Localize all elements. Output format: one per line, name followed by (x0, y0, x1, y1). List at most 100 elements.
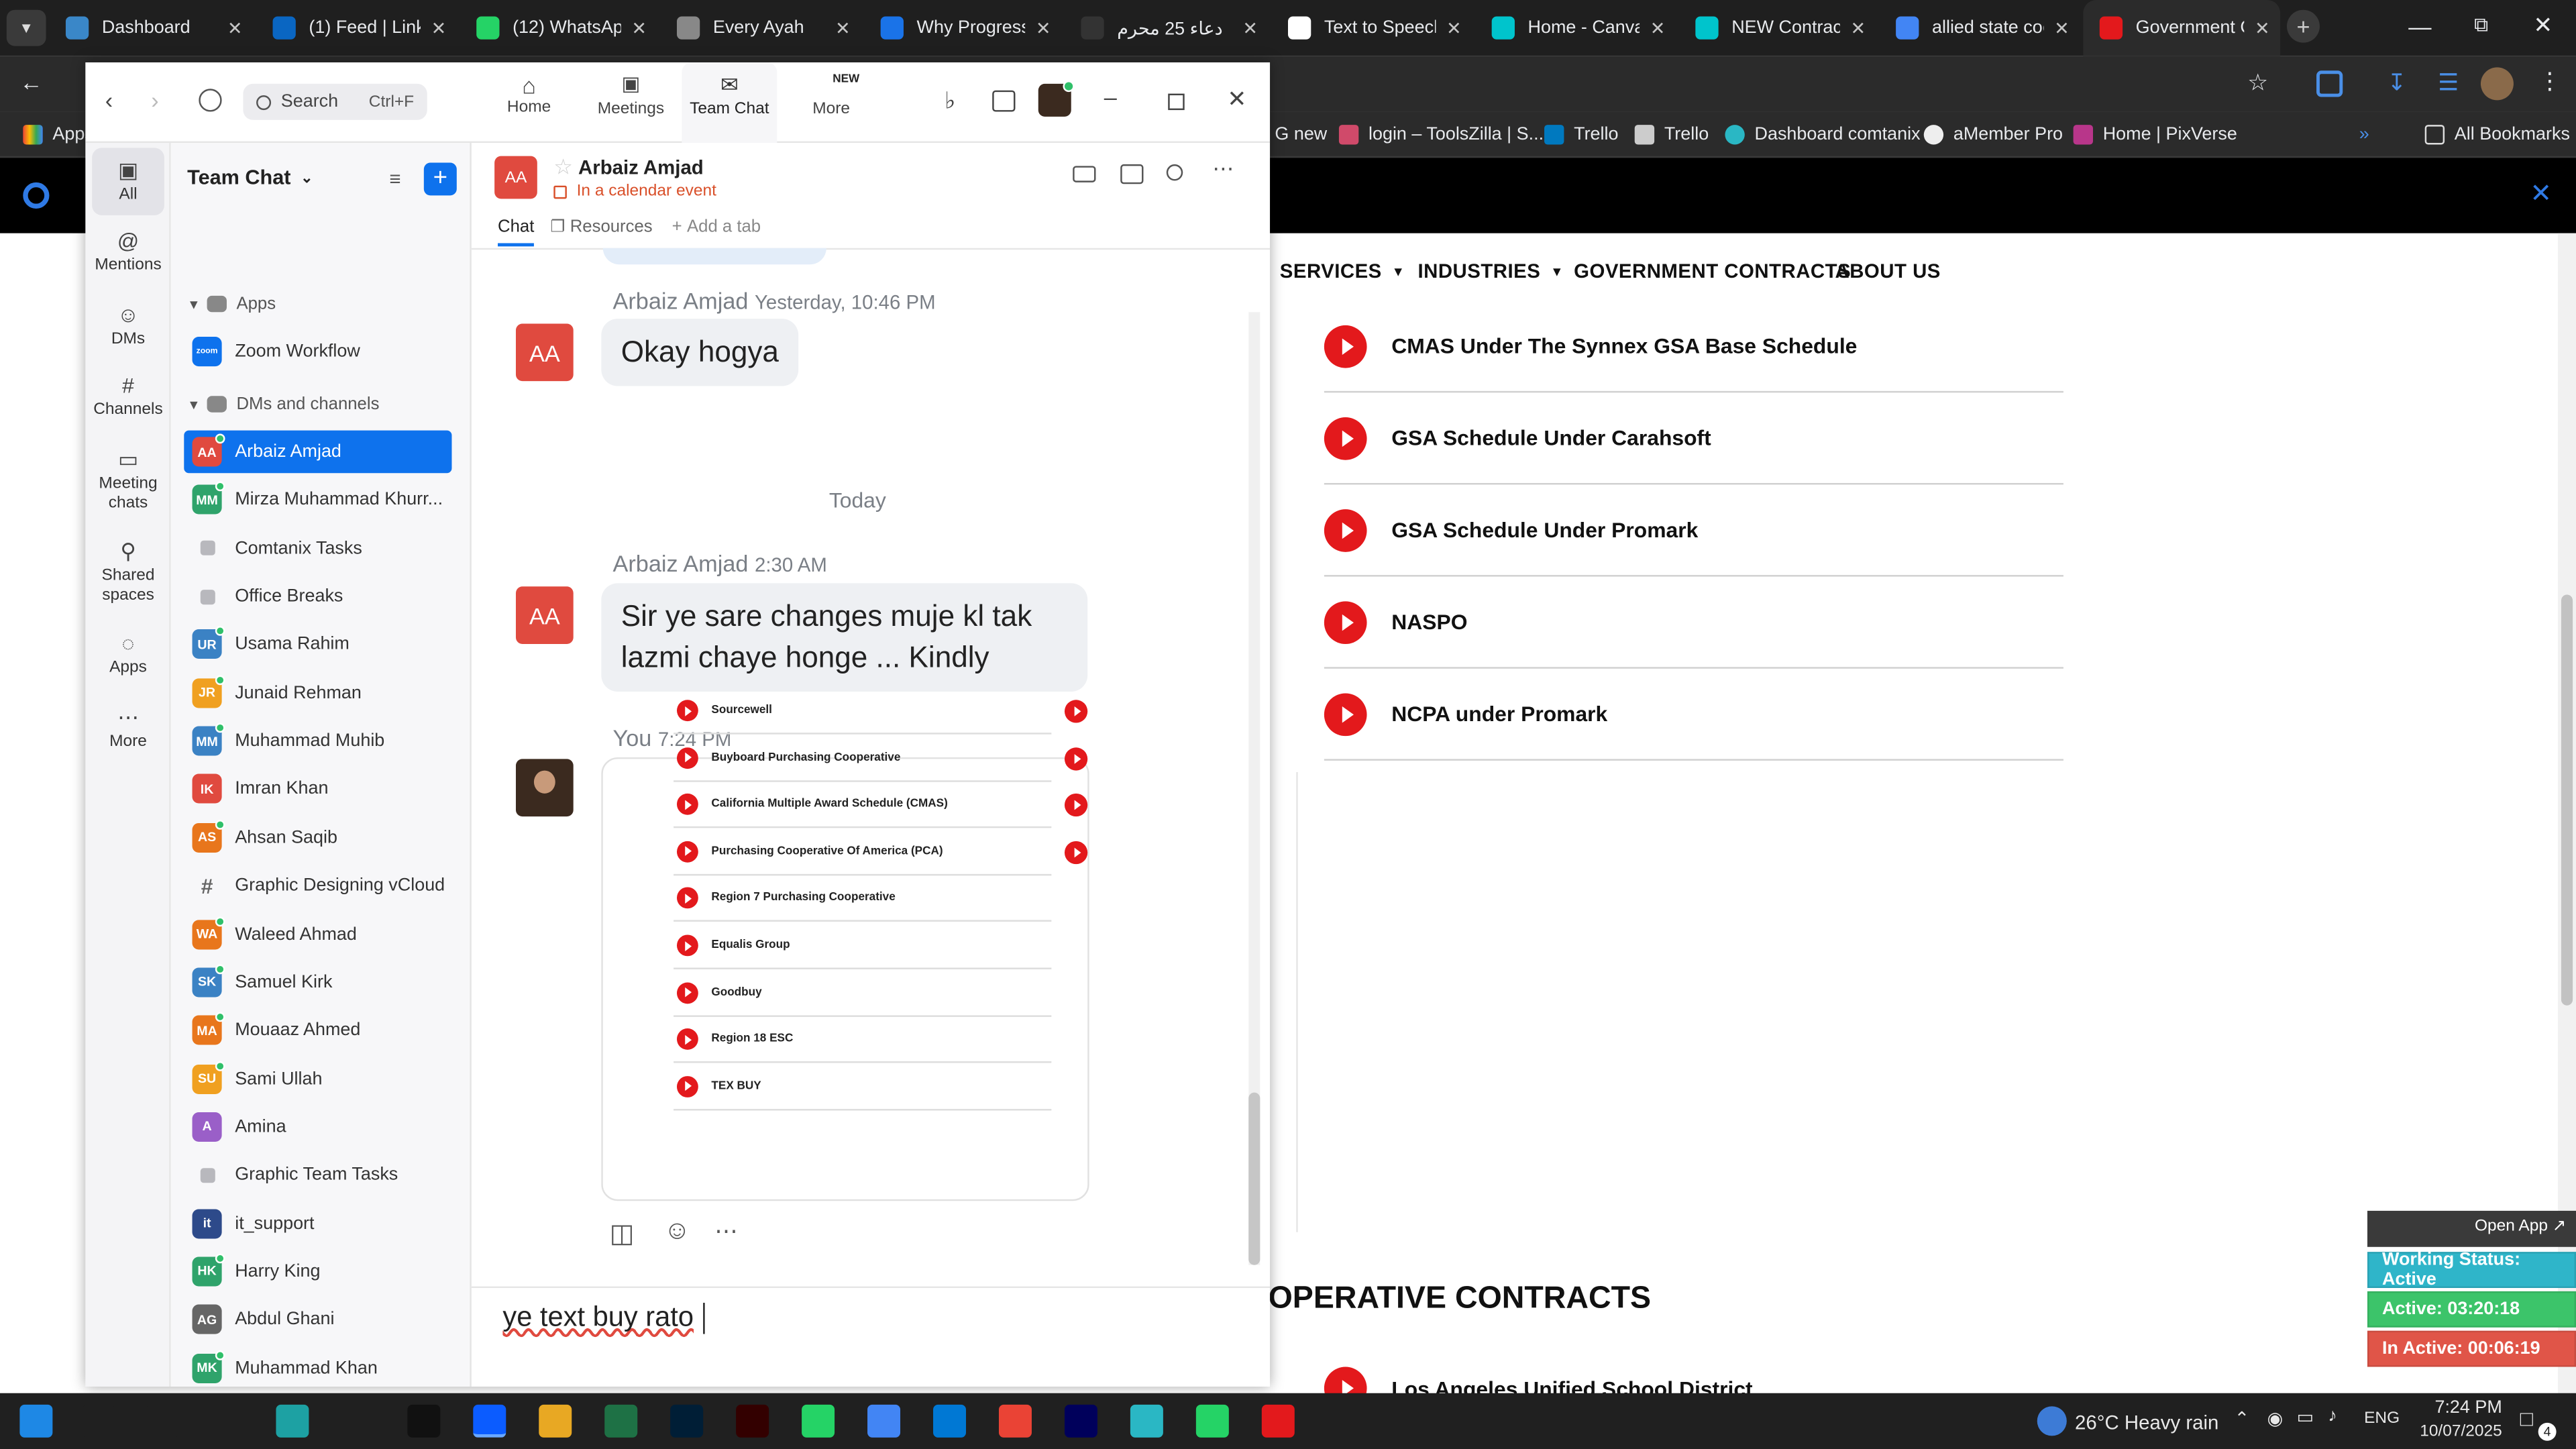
tab-close-icon[interactable]: ✕ (2044, 17, 2080, 38)
rail-item-shared-spaces[interactable]: ⚲ Shared spaces (85, 537, 170, 606)
close-window-icon[interactable]: ✕ (2533, 11, 2553, 40)
language-indicator[interactable]: ENG (2364, 1409, 2400, 1428)
tab-close-icon[interactable]: ✕ (1232, 17, 1269, 38)
browser-tab[interactable]: (12) WhatsApp✕ (460, 0, 657, 56)
tab-close-icon[interactable]: ✕ (621, 17, 657, 38)
tab-add[interactable]: + Add a tab (672, 217, 761, 236)
message-bubble[interactable]: Sir ye sare changes muje kl tak lazmi ch… (601, 583, 1088, 692)
acrobat-icon[interactable] (1261, 1404, 1295, 1438)
nav-government-contracts[interactable]: GOVERNMENT CONTRACTS (1574, 260, 1851, 282)
rail-item-dms[interactable]: ☺ DMs (85, 301, 170, 350)
forward-arrow-icon[interactable]: › (151, 87, 158, 113)
tab-resources[interactable]: ❐ Resources (550, 217, 652, 236)
browser-tab[interactable]: دعاء 25 محرم ✕ (1065, 0, 1269, 56)
minimize-icon[interactable]: — (2408, 13, 2431, 40)
bookmark-apps[interactable]: Apps (23, 112, 94, 158)
whatsapp-taskbar-icon[interactable] (802, 1404, 835, 1438)
list-item-zoom-workflow[interactable]: zoom Zoom Workflow (184, 330, 451, 373)
list-item[interactable]: Graphic Team Tasks (184, 1154, 451, 1197)
comtanix-taskbar-icon[interactable] (1130, 1404, 1163, 1438)
tab-chat[interactable]: Chat (498, 217, 535, 247)
tab-close-icon[interactable]: ✕ (1840, 17, 1876, 38)
bookmark-dashboard-comtanix[interactable]: Dashboard comtanix (1725, 112, 1921, 158)
volume-icon[interactable]: ♪ (2328, 1406, 2337, 1426)
list-item[interactable]: SU Sami Ullah (184, 1057, 451, 1100)
chat-scrollbar[interactable] (1248, 312, 1260, 1265)
notification-icon[interactable]: □ (2520, 1406, 2533, 1431)
browser-tab[interactable]: Text to Speech ✕ (1272, 0, 1472, 56)
tab-close-icon[interactable]: ✕ (421, 17, 457, 38)
user-avatar[interactable] (1038, 80, 1075, 117)
close-icon[interactable]: ✕ (1227, 85, 1246, 113)
open-app-link[interactable]: Open App ↗ (2367, 1210, 2576, 1247)
list-item[interactable]: MM Mirza Muhammad Khurr... (184, 478, 451, 521)
nav-home[interactable]: ⌂ Home (493, 72, 566, 117)
rail-item-apps[interactable]: ◌ Apps (85, 629, 170, 678)
list-item[interactable]: Comtanix Tasks (184, 527, 451, 570)
browser-tab[interactable]: Why Progressive✕ (864, 0, 1061, 56)
bookmarks-overflow-icon[interactable]: » (2359, 112, 2369, 158)
more-actions-icon[interactable]: ⋯ (714, 1218, 737, 1246)
premiere-icon[interactable] (1064, 1404, 1097, 1438)
rail-item-meeting-chats[interactable]: ▭ Meeting chats (85, 445, 170, 515)
nav-meetings[interactable]: ▣ Meetings (592, 72, 671, 119)
whatsapp-business-icon[interactable] (1195, 1404, 1229, 1438)
tab-close-icon[interactable]: ✕ (217, 17, 253, 38)
list-item[interactable]: SK Samuel Kirk (184, 961, 451, 1004)
download-icon[interactable]: ↧ (2387, 69, 2406, 97)
list-item[interactable]: UR Usama Rahim (184, 623, 451, 666)
tab-close-icon[interactable]: ✕ (1436, 17, 1472, 38)
bookmark-trello-2[interactable]: Trello (1634, 112, 1709, 158)
rail-item-more[interactable]: ⋯ More (85, 703, 170, 752)
list-item[interactable]: HK Harry King (184, 1250, 451, 1293)
rail-item-mentions[interactable]: @ Mentions (85, 227, 170, 276)
web-list-item[interactable]: GSA Schedule Under Carahsoft (1324, 392, 2063, 485)
bookmark-toolszilla[interactable]: login – ToolsZilla | S... (1338, 112, 1544, 158)
search-input[interactable]: Search Ctrl+F (243, 83, 427, 120)
zoom-taskbar-icon[interactable] (473, 1404, 506, 1438)
list-item[interactable]: AS Ahsan Saqib (184, 816, 451, 859)
message-bubble[interactable]: Okay hogya (601, 319, 799, 386)
chat-title[interactable]: Arbaiz Amjad (578, 156, 704, 179)
edge-icon[interactable] (276, 1404, 309, 1438)
history-icon[interactable] (199, 89, 222, 112)
chrome-profile-icon[interactable] (998, 1404, 1032, 1438)
star-icon[interactable]: ☆ (553, 154, 573, 180)
tab-list-icon[interactable]: ☰ (2438, 69, 2459, 97)
extensions-icon[interactable] (2316, 70, 2343, 97)
rail-item-channels[interactable]: # Channels (85, 371, 170, 420)
list-item[interactable]: WA Waleed Ahmad (184, 912, 451, 955)
bookmark-amember[interactable]: aMember Pro (1923, 112, 2063, 158)
excel-icon[interactable] (604, 1404, 638, 1438)
terminal-icon[interactable] (407, 1404, 441, 1438)
pen-icon[interactable] (341, 1404, 375, 1438)
browser-tab[interactable]: (1) Feed | LinkedIn✕ (256, 0, 457, 56)
web-list-item[interactable]: NCPA under Promark (1324, 669, 2063, 761)
browser-tab[interactable]: NEW Contracts✕ (1679, 0, 1876, 56)
show-hidden-icons-icon[interactable]: ⌃ (2235, 1408, 2250, 1429)
browser-tab[interactable]: Home - Canva ✕ (1475, 0, 1676, 56)
bookmark-trello-1[interactable]: Trello (1544, 112, 1619, 158)
tab-search-icon[interactable]: ▼ (6, 9, 46, 46)
clock-time[interactable]: 7:24 PM (2420, 1398, 2502, 1417)
vpn-icon[interactable]: ◉ (2267, 1408, 2284, 1429)
network-icon[interactable]: ▭ (2297, 1406, 2314, 1428)
close-bar-icon[interactable]: ✕ (2530, 177, 2552, 210)
browser-tab[interactable]: Government C ✕ (2083, 0, 2281, 56)
illustrator-icon[interactable] (736, 1404, 769, 1438)
rail-item-all[interactable]: ▣ All (85, 156, 170, 205)
weather-icon[interactable] (2037, 1406, 2067, 1436)
dms-section-header[interactable]: ▼ DMs and channels (187, 394, 379, 414)
new-chat-button[interactable]: + (423, 162, 457, 196)
filter-icon[interactable]: ≡ (389, 168, 400, 191)
vscode-icon[interactable] (933, 1404, 966, 1438)
list-item[interactable]: it it_support (184, 1202, 451, 1245)
list-item[interactable]: A Amina (184, 1106, 451, 1148)
nav-about-us[interactable]: ABOUT US (1835, 260, 1941, 282)
cortana-icon[interactable] (146, 1404, 179, 1438)
list-item[interactable]: Office Breaks (184, 575, 451, 618)
minimize-icon[interactable]: – (1104, 84, 1117, 110)
tab-close-icon[interactable]: ✕ (1640, 17, 1676, 38)
calendar-icon[interactable] (992, 90, 1016, 112)
bookmark-star-icon[interactable]: ☆ (2247, 69, 2268, 97)
